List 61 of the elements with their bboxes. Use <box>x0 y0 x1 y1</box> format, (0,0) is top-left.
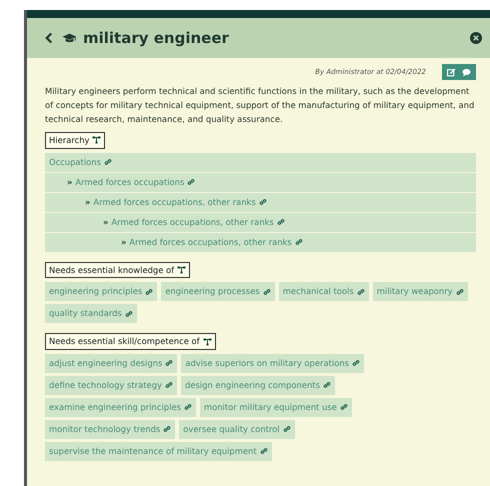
tag-link[interactable]: monitor military equipment use <box>200 398 352 417</box>
link-icon <box>184 403 192 412</box>
chevron-marker: » <box>121 236 126 248</box>
link-icon <box>187 178 196 186</box>
link-icon <box>164 381 173 390</box>
hierarchy-icon <box>177 266 186 274</box>
graduation-cap-icon <box>61 31 78 45</box>
chevron-marker: » <box>103 216 108 228</box>
hierarchy-link: Armed forces occupations, other ranks <box>93 196 256 208</box>
description-text: Military engineers perform technical and scientific functions in the military, such as the development of concepts for military technical equipment, support of the manufacturing of military equipment, and technical research, maintenance, and quality assurance. <box>45 85 476 126</box>
hierarchy-icon <box>202 338 212 346</box>
link-icon <box>258 198 267 206</box>
link-icon <box>145 288 154 296</box>
link-icon <box>260 447 268 456</box>
link-icon <box>352 359 360 368</box>
link-icon <box>322 381 331 390</box>
tag-link[interactable]: oversee quality control <box>179 420 295 439</box>
section-label: Needs essential knowledge of <box>49 264 174 276</box>
link-icon <box>124 310 133 318</box>
tag-link[interactable]: advise superiors on military operations <box>181 354 364 373</box>
section-label: Needs essential skill/competence of <box>49 335 200 348</box>
hierarchy-row[interactable]: » Armed forces occupations, other ranks <box>45 192 476 212</box>
tag-link[interactable]: examine engineering principles <box>45 398 196 417</box>
hierarchy-link: Armed forces occupations, other ranks <box>129 236 292 248</box>
action-button-group[interactable] <box>442 64 476 80</box>
link-icon <box>456 288 464 296</box>
tag-link[interactable]: military weaponry <box>372 282 468 302</box>
link-icon <box>104 158 112 166</box>
back-icon <box>43 31 55 45</box>
hierarchy-row[interactable]: » Armed forces occupations, other ranks <box>45 232 476 252</box>
tag-link[interactable]: engineering principles <box>45 282 158 302</box>
link-icon <box>165 359 174 368</box>
tag-link[interactable]: quality standards <box>45 304 137 324</box>
tag-link[interactable]: supervise the maintenance of military equipment <box>45 442 272 461</box>
close-button[interactable] <box>470 32 482 44</box>
section-label: Hierarchy <box>49 134 90 147</box>
edit-icon <box>447 68 456 76</box>
link-icon <box>282 425 291 434</box>
link-icon <box>163 425 172 434</box>
link-icon <box>294 238 303 246</box>
tag-link[interactable]: design engineering components <box>180 376 335 395</box>
hierarchy-icon <box>92 136 102 144</box>
hierarchy-link: Armed forces occupations <box>75 176 184 188</box>
hierarchy-row[interactable]: » Armed forces occupations <box>45 172 476 192</box>
tag-link[interactable]: adjust engineering designs <box>45 354 178 373</box>
link-icon <box>340 403 348 412</box>
tag-link[interactable]: mechanical tools <box>278 282 369 302</box>
tag-link[interactable]: monitor technology trends <box>45 420 176 439</box>
chevron-marker: » <box>67 176 72 188</box>
chevron-marker: » <box>85 196 90 208</box>
hierarchy-link: Armed forces occupations, other ranks <box>111 216 274 228</box>
link-icon <box>356 288 365 296</box>
dialog-title: military engineer <box>83 28 229 49</box>
tag-link[interactable]: define technology strategy <box>45 376 177 395</box>
hierarchy-link: Occupations <box>49 156 101 168</box>
hierarchy-row[interactable]: Occupations <box>45 152 476 172</box>
hierarchy-row[interactable]: » Armed forces occupations, other ranks <box>45 212 476 232</box>
comment-icon <box>462 68 471 76</box>
tag-link[interactable]: engineering processes <box>161 282 275 302</box>
link-icon <box>276 218 285 226</box>
link-icon <box>262 288 271 296</box>
